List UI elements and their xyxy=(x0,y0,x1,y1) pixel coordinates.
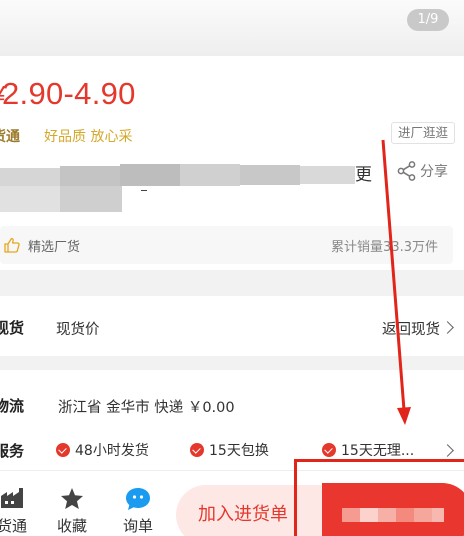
product-title-char: 更 xyxy=(355,165,372,185)
visit-factory-button[interactable]: 进厂逛逛 xyxy=(390,122,455,144)
nav-favorite-button[interactable]: 收藏 xyxy=(42,471,102,536)
service-item: 48小时发货 xyxy=(56,440,149,460)
service-item[interactable]: 15天无理... xyxy=(322,440,414,460)
chevron-right-icon xyxy=(441,321,454,334)
logistics-title: 物流 xyxy=(0,397,25,415)
share-icon xyxy=(397,161,416,181)
selected-factory-goods-label: 精选厂货 xyxy=(28,240,81,255)
check-badge-icon xyxy=(322,443,336,457)
brand-label: 货通 xyxy=(0,129,20,145)
product-price: 2.90-4.90 xyxy=(2,76,136,111)
product-image-carousel[interactable]: 1/9 xyxy=(0,0,464,56)
total-sold-label: 累计销量33.3万件 xyxy=(331,240,438,255)
chevron-right-icon[interactable] xyxy=(441,444,454,457)
title-dash xyxy=(141,190,147,191)
check-badge-icon xyxy=(190,443,204,457)
product-title-blurred xyxy=(0,160,360,216)
image-page-indicator: 1/9 xyxy=(407,9,449,31)
stock-row[interactable]: 现货 现货价 返回现货 xyxy=(0,296,464,356)
check-badge-icon xyxy=(56,443,70,457)
factory-icon xyxy=(1,488,23,508)
chat-icon xyxy=(126,488,150,510)
stock-value: 现货价 xyxy=(56,322,100,338)
star-icon xyxy=(61,488,83,509)
brand-slogan: 好品质 放心采 xyxy=(44,129,133,145)
service-item: 15天包换 xyxy=(190,440,269,460)
back-to-stock-link[interactable]: 返回现货 xyxy=(382,318,440,339)
stock-title: 现货 xyxy=(0,319,25,337)
service-title: 服务 xyxy=(0,442,25,460)
thumbs-up-icon xyxy=(4,237,20,253)
share-label: 分享 xyxy=(420,164,448,180)
nav-store-button[interactable]: 货通 xyxy=(0,471,42,536)
annotation-highlight-box xyxy=(294,459,464,536)
nav-inquiry-button[interactable]: 询单 xyxy=(108,471,168,536)
logistics-value: 浙江省 金华市 快递 ￥0.00 xyxy=(58,400,235,416)
logistics-service-section: 物流 浙江省 金华市 快递 ￥0.00 服务 48小时发货 15天包换 15天无… xyxy=(0,370,464,470)
